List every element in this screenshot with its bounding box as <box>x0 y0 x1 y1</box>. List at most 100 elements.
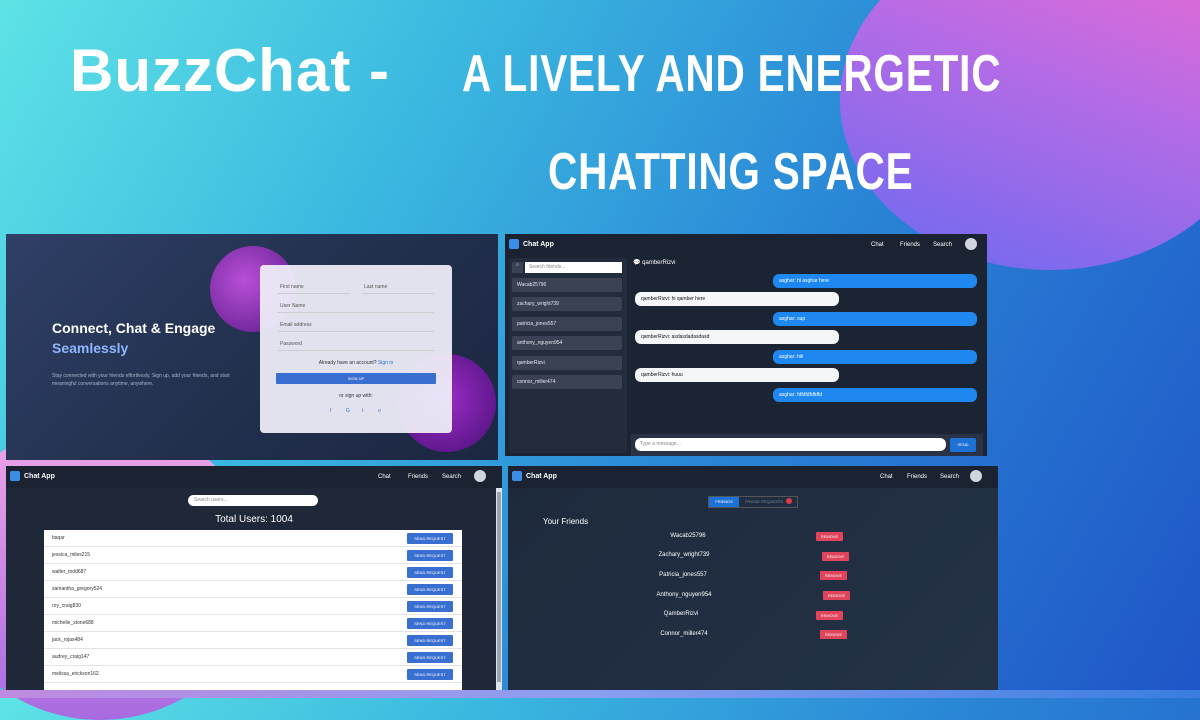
decorative-blob-pink <box>840 0 1200 270</box>
nav-chat[interactable]: Chat <box>871 242 884 248</box>
remove-button[interactable]: REMOVE <box>816 532 843 541</box>
bottom-strip <box>0 690 1200 698</box>
app-logo-icon <box>512 471 522 481</box>
list-item: jack_rojas484 SEND REQUEST <box>44 632 462 649</box>
app-logo-icon <box>10 471 20 481</box>
users-screenshot: Chat App Chat Friends Search Search user… <box>6 466 502 692</box>
navbar-brand[interactable]: Chat App <box>523 241 554 248</box>
send-request-button[interactable]: SEND REQUEST <box>407 669 453 680</box>
your-friends-heading: Your Friends <box>543 517 589 526</box>
username-field[interactable]: User Name <box>280 303 305 309</box>
friend-item[interactable]: connor_miller474 <box>512 375 622 389</box>
nav-search[interactable]: Search <box>933 242 952 248</box>
nav-chat[interactable]: Chat <box>378 474 391 480</box>
account-prompt: Already have an account? Sign in <box>318 360 394 366</box>
scrollbar-thumb[interactable] <box>497 492 501 682</box>
nav-chat[interactable]: Chat <box>880 474 893 480</box>
message-input[interactable]: Type a message... <box>635 438 946 451</box>
list-item: roy_craig830 SEND REQUEST <box>44 598 462 615</box>
tagline-line-2: CHATTING SPACE <box>548 143 914 201</box>
nav-search[interactable]: Search <box>442 474 461 480</box>
friend-name: Zachary_wright739 <box>658 552 710 558</box>
send-request-button[interactable]: SEND REQUEST <box>407 533 453 544</box>
signup-heading: Connect, Chat & Engage <box>52 320 216 336</box>
message-sent: asghar: hi asghar here <box>773 274 977 288</box>
friend-name: Anthony_nguyen954 <box>656 592 712 598</box>
remove-button[interactable]: REMOVE <box>823 591 850 600</box>
tab-friend-requests[interactable]: FRIEND REQUESTS <box>741 497 787 507</box>
google-icon[interactable]: G <box>346 408 350 414</box>
avatar[interactable] <box>965 238 977 250</box>
avatar[interactable] <box>474 470 486 482</box>
brand-title: BuzzChat - <box>70 37 390 104</box>
sign-in-link[interactable]: Sign in <box>378 360 393 366</box>
signup-button[interactable]: SIGN UP <box>276 373 436 384</box>
navbar-brand[interactable]: Chat App <box>526 473 557 480</box>
notification-badge <box>786 498 792 504</box>
nav-friends[interactable]: Friends <box>907 474 927 480</box>
list-item: baqar SEND REQUEST <box>44 530 462 547</box>
navbar: Chat App Chat Friends Search <box>6 466 502 488</box>
navbar: Chat App Chat Friends Search <box>508 466 998 488</box>
signup-card: First name Last name User Name Email add… <box>260 265 452 433</box>
navbar: Chat App Chat Friends Search <box>505 234 987 256</box>
signup-subheading: Seamlessly <box>52 340 129 356</box>
users-list: baqar SEND REQUEST jessica_miles215 SEND R… <box>44 530 462 692</box>
friend-item[interactable]: anthony_nguyen954 <box>512 336 622 350</box>
twitter-icon[interactable]: t <box>362 408 363 414</box>
list-item: walter_todd687 SEND REQUEST <box>44 564 462 581</box>
list-item: samantha_gregory524 SEND REQUEST <box>44 581 462 598</box>
send-button[interactable]: SEND <box>950 438 976 452</box>
or-sign-up-text: or sign up with: <box>339 393 373 399</box>
message-received: qamberRizvi: asdasdadasdasd <box>635 330 839 344</box>
remove-button[interactable]: REMOVE <box>816 611 843 620</box>
nav-search[interactable]: Search <box>940 474 959 480</box>
tagline-line-1: A LIVELY AND ENERGETIC <box>462 45 1002 103</box>
list-item: michelle_stone688 SEND REQUEST <box>44 615 462 632</box>
friends-screenshot: Chat App Chat Friends Search FRIENDS FRI… <box>508 466 998 692</box>
friend-name: Wacab25796 <box>670 533 706 539</box>
friend-item[interactable]: qamberRizvi <box>512 356 622 370</box>
search-friends-input[interactable]: Search friends... <box>525 262 622 273</box>
facebook-icon[interactable]: f <box>330 408 331 414</box>
message-received: qamberRizvi: hi qamber here <box>635 292 839 306</box>
friends-tabs: FRIENDS FRIEND REQUESTS <box>708 496 798 508</box>
tab-friends[interactable]: FRIENDS <box>709 497 739 507</box>
search-users-input[interactable]: Search users... <box>188 495 318 506</box>
chat-screenshot: Chat App Chat Friends Search ⌕ Search fr… <box>505 234 987 456</box>
send-request-button[interactable]: SEND REQUEST <box>407 635 453 646</box>
send-request-button[interactable]: SEND REQUEST <box>407 550 453 561</box>
send-request-button[interactable]: SEND REQUEST <box>407 567 453 578</box>
nav-friends[interactable]: Friends <box>408 474 428 480</box>
message-received: qamberRizvi: huuu <box>635 368 839 382</box>
nav-friends[interactable]: Friends <box>900 242 920 248</box>
search-icon: ⌕ <box>512 262 523 273</box>
chat-header: 💬 qamberRizvi <box>633 260 676 266</box>
navbar-brand[interactable]: Chat App <box>24 473 55 480</box>
total-users: Total Users: 1004 <box>215 514 293 525</box>
list-item: melissa_erickson162 SEND REQUEST <box>44 666 462 683</box>
remove-button[interactable]: REMOVE <box>820 630 847 639</box>
friend-item[interactable]: patricia_jones557 <box>512 317 622 331</box>
signup-description: Stay connected with your friends effortl… <box>52 373 230 387</box>
app-logo-icon <box>509 239 519 249</box>
avatar[interactable] <box>970 470 982 482</box>
first-name-field[interactable]: First name <box>280 284 304 290</box>
send-request-button[interactable]: SEND REQUEST <box>407 652 453 663</box>
remove-button[interactable]: REMOVE <box>822 552 849 561</box>
remove-button[interactable]: REMOVE <box>820 571 847 580</box>
list-item: jessica_miles215 SEND REQUEST <box>44 547 462 564</box>
friend-item[interactable]: zachary_wright739 <box>512 297 622 311</box>
github-icon[interactable]: o <box>378 408 381 414</box>
list-item: audrey_craig147 SEND REQUEST <box>44 649 462 666</box>
signup-screenshot: Connect, Chat & Engage Seamlessly Stay c… <box>6 234 498 460</box>
last-name-field[interactable]: Last name <box>364 284 387 290</box>
friend-name: QamberRizvi <box>663 611 699 617</box>
password-field[interactable]: Password <box>280 341 302 347</box>
send-request-button[interactable]: SEND REQUEST <box>407 618 453 629</box>
friend-item[interactable]: Wacab25796 <box>512 278 622 292</box>
message-sent: asghar: sup <box>773 312 977 326</box>
send-request-button[interactable]: SEND REQUEST <box>407 601 453 612</box>
send-request-button[interactable]: SEND REQUEST <box>407 584 453 595</box>
email-field[interactable]: Email address <box>280 322 312 328</box>
